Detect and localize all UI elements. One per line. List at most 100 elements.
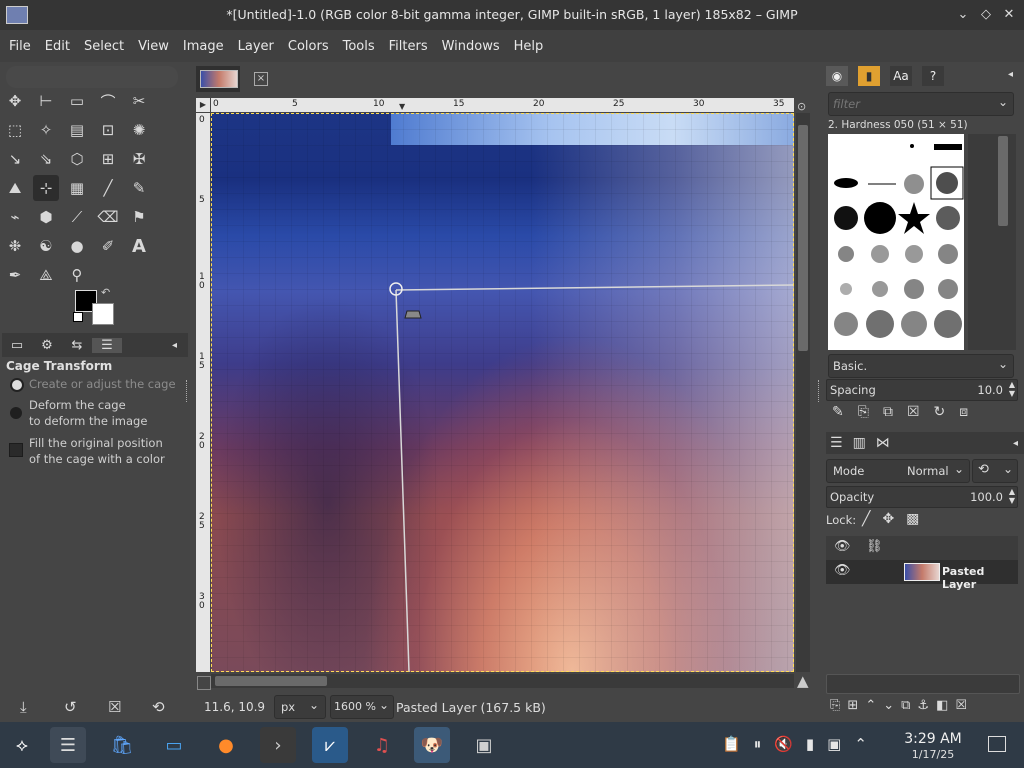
layer-row[interactable]: 👁 Pasted Layer: [826, 560, 1018, 591]
unit-dropdown[interactable]: px ⌄: [274, 695, 326, 719]
layer-visibility-icon[interactable]: 👁: [834, 563, 851, 578]
clipboard-icon[interactable]: 📋: [722, 735, 741, 753]
zoom-tool-icon[interactable]: ⚲: [64, 262, 90, 288]
show-desktop-icon[interactable]: [988, 736, 1006, 752]
dock-resize-handle[interactable]: [186, 380, 190, 402]
minimize-button[interactable]: ⌄: [954, 6, 972, 24]
scissors-tool-icon[interactable]: ✂: [126, 88, 152, 114]
undo-history-tab-icon[interactable]: ⇆: [62, 338, 92, 353]
paintbrush-tool-icon[interactable]: ╱: [95, 175, 121, 201]
image-canvas[interactable]: [211, 113, 794, 672]
duplicate-brush-icon[interactable]: ⧉: [883, 404, 893, 420]
open-brush-icon[interactable]: ⧈: [959, 404, 968, 420]
tool-options-tab-icon[interactable]: ▭: [2, 338, 32, 353]
close-button[interactable]: ✕: [1000, 6, 1018, 24]
images-tab-icon[interactable]: ☰: [92, 337, 122, 353]
smudge-tool-icon[interactable]: ⚑: [126, 204, 152, 230]
anchor-layer-icon[interactable]: ⚓: [917, 698, 929, 713]
menu-file[interactable]: File: [0, 39, 38, 54]
network-icon[interactable]: ▣: [827, 735, 841, 753]
image-tab-active[interactable]: [196, 66, 240, 92]
radio-deform-cage[interactable]: [10, 407, 22, 419]
layers-scrollbar[interactable]: [826, 674, 1020, 694]
shear-tool-icon[interactable]: ↘: [2, 146, 28, 172]
zoom-fit-icon[interactable]: ⊙: [797, 100, 811, 114]
firefox-icon[interactable]: ●: [208, 727, 244, 763]
horizontal-scrollbar[interactable]: [211, 674, 794, 688]
delete-layer-icon[interactable]: ☒: [955, 698, 967, 713]
tab-menu-icon[interactable]: ◂: [172, 340, 188, 351]
menu-colors[interactable]: Colors: [281, 39, 336, 54]
fuzzy-select-icon[interactable]: ✧: [33, 117, 59, 143]
brush-grid[interactable]: [828, 134, 964, 350]
fill-original-checkbox[interactable]: [9, 443, 23, 457]
gradient-tool-icon[interactable]: ▦: [64, 175, 90, 201]
lasso-tool-icon[interactable]: ⌒: [95, 88, 121, 114]
layer-mode-dropdown[interactable]: Mode Normal ⌄: [826, 459, 970, 483]
device-status-tab-icon[interactable]: ⚙: [32, 338, 62, 353]
help-tab-icon[interactable]: ?: [922, 66, 944, 86]
clock-time[interactable]: 3:29 AM: [897, 731, 969, 747]
default-colors-icon[interactable]: [73, 312, 83, 322]
duplicate-layer-icon[interactable]: ⧉: [901, 698, 910, 713]
foreground-select-icon[interactable]: ⬚: [2, 117, 28, 143]
text-tool-icon[interactable]: A: [126, 233, 152, 259]
brushes-tab-icon[interactable]: ◉: [826, 66, 848, 86]
gimp-taskbar-icon[interactable]: 🐶: [414, 727, 450, 763]
battery-icon[interactable]: ▮: [806, 735, 814, 753]
lock-alpha-icon[interactable]: ▩: [906, 511, 919, 527]
delete-options-icon[interactable]: ☒: [108, 698, 121, 716]
crop-tool-icon[interactable]: ⊡: [95, 117, 121, 143]
by-color-select-icon[interactable]: ▤: [64, 117, 90, 143]
perspective-tool-icon[interactable]: ⬡: [64, 146, 90, 172]
app-launcher-icon[interactable]: ⟡: [4, 727, 40, 763]
warp-tool-icon[interactable]: ⇘: [33, 146, 59, 172]
vertical-scrollbar[interactable]: [796, 113, 810, 672]
background-color-swatch[interactable]: [92, 303, 114, 325]
menu-tools[interactable]: Tools: [336, 39, 382, 54]
new-brush-icon[interactable]: ⎘: [858, 404, 869, 420]
channels-tab-icon[interactable]: ▥: [853, 435, 866, 451]
edit-brush-icon[interactable]: ✎: [832, 404, 844, 420]
lock-position-icon[interactable]: ✥: [882, 511, 894, 527]
blur-tool-icon[interactable]: ●: [64, 233, 90, 259]
lock-pixels-icon[interactable]: ╱: [862, 511, 870, 527]
path-tool-icon[interactable]: ✐: [95, 233, 121, 259]
vertical-scroll-thumb[interactable]: [798, 125, 808, 351]
delete-brush-icon[interactable]: ☒: [907, 404, 920, 420]
tab-menu-icon[interactable]: ◂: [1013, 438, 1018, 449]
store-icon[interactable]: 🛍: [104, 727, 140, 763]
restore-options-icon[interactable]: ↺: [64, 698, 77, 716]
pencil-tool-icon[interactable]: ✎: [126, 175, 152, 201]
brush-scroll-thumb[interactable]: [998, 136, 1008, 226]
menu-view[interactable]: View: [131, 39, 176, 54]
ink-tool-icon[interactable]: ⟋: [64, 204, 90, 230]
new-layer-group-icon[interactable]: ⊞: [847, 698, 858, 713]
new-layer-icon[interactable]: ⎘: [830, 698, 840, 713]
radio-create-cage[interactable]: [10, 378, 24, 392]
right-dock-resize-handle[interactable]: [818, 380, 822, 402]
menu-layer[interactable]: Layer: [231, 39, 281, 54]
spinner-icon[interactable]: ▲ ▼: [1009, 487, 1015, 505]
cage-transform-icon[interactable]: ⊹: [33, 175, 59, 201]
swap-colors-icon[interactable]: ↶: [101, 286, 110, 299]
spinner-icon[interactable]: ▲ ▼: [1009, 380, 1015, 398]
unified-transform-icon[interactable]: ✺: [126, 117, 152, 143]
menu-select[interactable]: Select: [77, 39, 131, 54]
layer-mask-icon[interactable]: ◧: [936, 698, 948, 713]
terminal-icon[interactable]: ›: [260, 727, 296, 763]
layer-mode-switch[interactable]: ⟲ ⌄: [972, 459, 1018, 483]
zoom-dropdown[interactable]: 1600 % ⌄: [330, 695, 394, 719]
patterns-tab-icon[interactable]: ▮: [858, 66, 880, 86]
save-options-icon[interactable]: ⤓: [20, 698, 27, 716]
layers-tab-icon[interactable]: ☰: [830, 435, 843, 451]
dodge-burn-tool-icon[interactable]: ☯: [33, 233, 59, 259]
eraser-tool-icon[interactable]: ⌫: [95, 204, 121, 230]
reset-options-icon[interactable]: ⟲: [152, 698, 165, 716]
menu-edit[interactable]: Edit: [38, 39, 77, 54]
heal-tool-icon[interactable]: ❉: [2, 233, 28, 259]
airbrush-tool-icon[interactable]: ⌁: [2, 204, 28, 230]
menu-windows[interactable]: Windows: [435, 39, 507, 54]
quick-mask-corner-icon[interactable]: ▶: [196, 98, 210, 112]
raise-layer-icon[interactable]: ⌃: [865, 698, 876, 713]
